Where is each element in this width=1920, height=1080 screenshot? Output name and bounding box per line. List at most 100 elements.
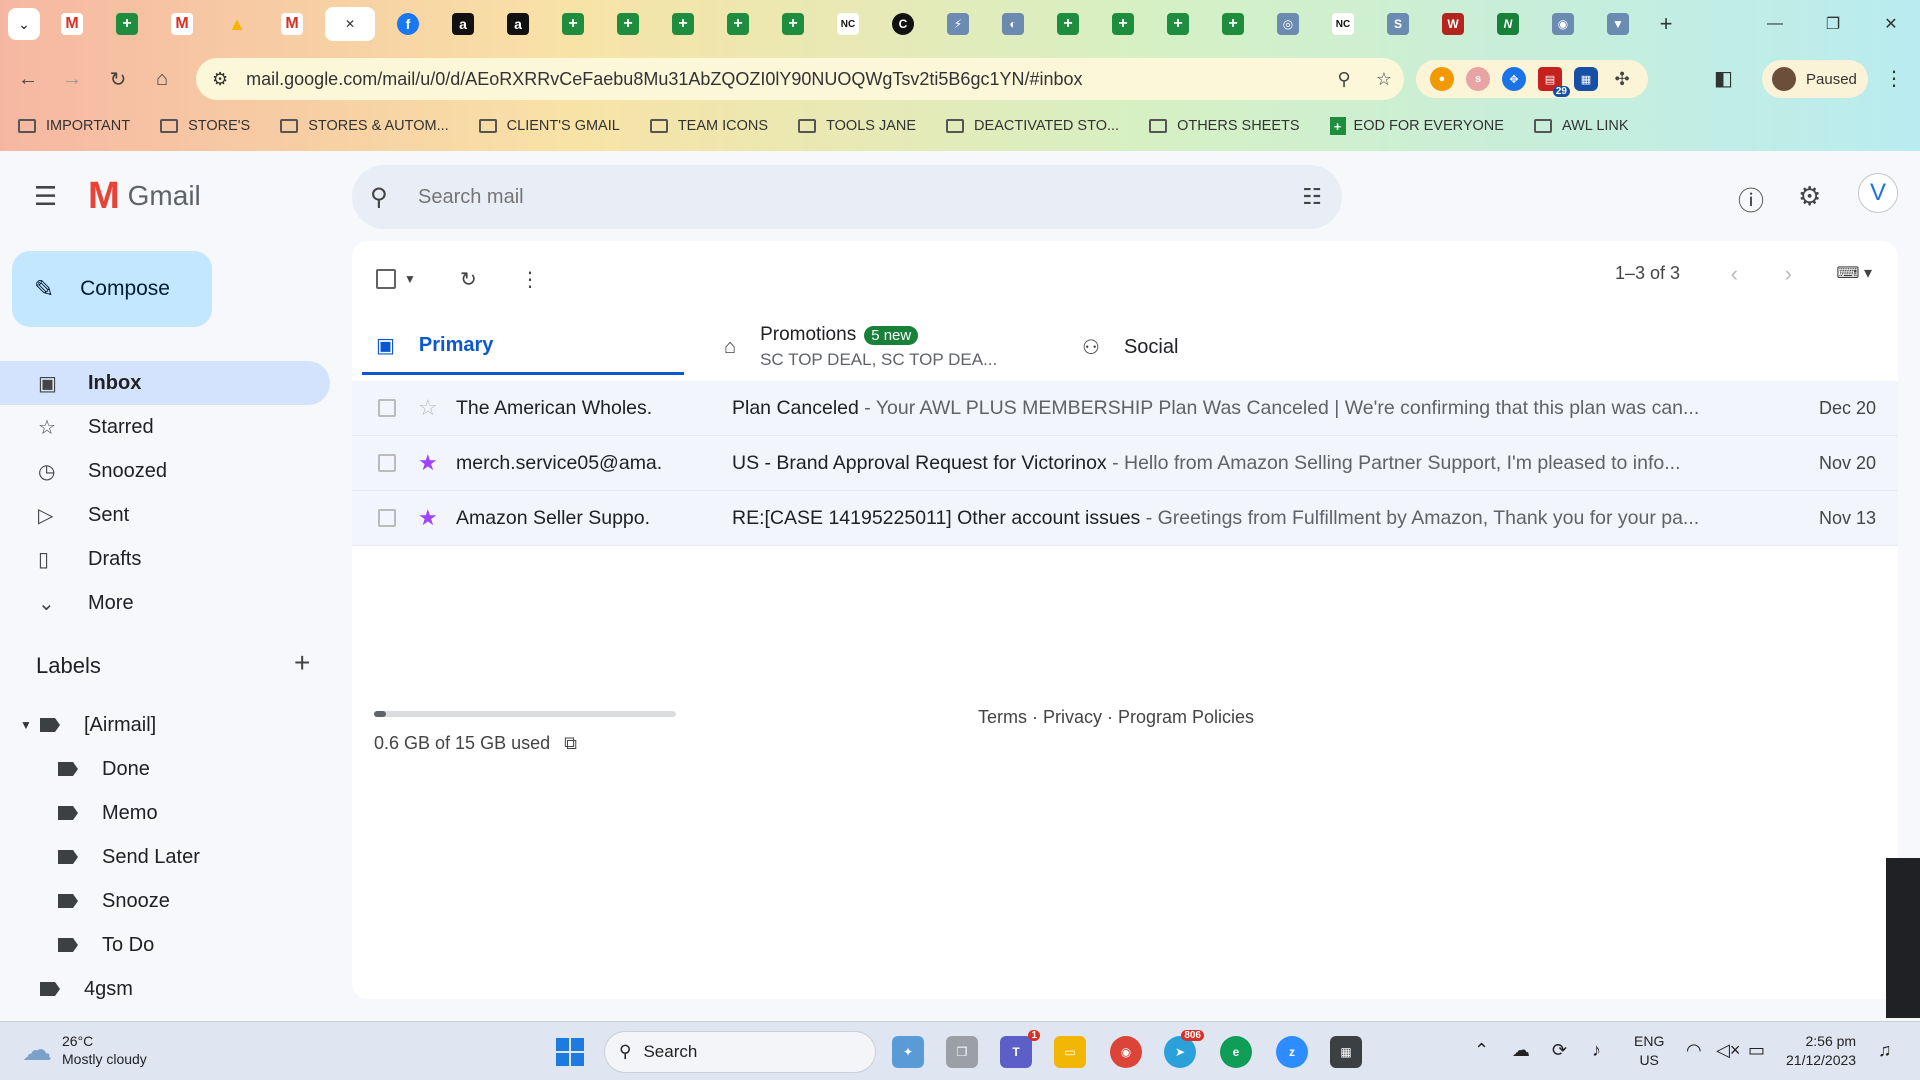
address-bar[interactable]: ⚙ mail.google.com/mail/u/0/d/AEoRXRRvCeF… (196, 58, 1404, 100)
expand-caret-icon[interactable]: ▼ (20, 718, 32, 732)
browser-tab[interactable]: M (160, 7, 204, 41)
reload-button[interactable]: ↻ (96, 59, 140, 99)
browser-tab[interactable]: M (270, 7, 314, 41)
star-icon[interactable]: ★ (418, 450, 438, 476)
sync-icon[interactable]: ⟳ (1552, 1040, 1567, 1061)
maximize-button[interactable]: ❐ (1804, 0, 1862, 48)
wifi-icon[interactable]: ◠ (1686, 1040, 1702, 1061)
search-options-icon[interactable]: ☷ (1282, 184, 1342, 210)
bookmark-item[interactable]: OTHERS SHEETS (1149, 118, 1300, 134)
chrome-icon[interactable]: ◉ (1110, 1036, 1142, 1068)
next-page-icon[interactable]: › (1785, 261, 1792, 287)
tab-primary[interactable]: ▣ Primary (362, 319, 684, 375)
bookmark-item[interactable]: STORE'S (160, 118, 250, 134)
bookmark-item[interactable]: AWL LINK (1533, 118, 1629, 134)
browser-tab[interactable]: + (716, 7, 760, 41)
browser-tab[interactable]: + (551, 7, 595, 41)
show-hidden-icons[interactable]: ⌃ (1474, 1040, 1489, 1061)
extension-blue-icon[interactable]: ✥ (1502, 67, 1526, 91)
browser-tab[interactable]: W (1431, 7, 1475, 41)
zoom-icon[interactable]: ⚲ (1324, 69, 1364, 90)
sidebar-item-inbox[interactable]: ▣ Inbox (0, 361, 330, 405)
teams-icon[interactable]: T1 (1000, 1030, 1040, 1068)
label-item[interactable]: Send Later (58, 837, 200, 877)
extension-grid-icon[interactable]: ▦ (1574, 67, 1598, 91)
browser-tab[interactable]: + (771, 7, 815, 41)
task-view-icon[interactable]: ❐ (946, 1036, 978, 1068)
bookmark-item[interactable]: CLIENT'S GMAIL (478, 118, 620, 134)
browser-tab[interactable]: + (1211, 7, 1255, 41)
select-all-control[interactable]: ▼ (376, 259, 416, 299)
label-item[interactable]: Done (58, 749, 150, 789)
bookmark-star-icon[interactable]: ☆ (1364, 69, 1404, 90)
browser-tab[interactable]: + (1156, 7, 1200, 41)
refresh-icon[interactable]: ↻ (460, 259, 477, 299)
star-icon[interactable]: ★ (418, 505, 438, 531)
close-icon[interactable]: ✕ (339, 13, 361, 35)
tab-promotions[interactable]: ⌂ Promotions 5 new SC TOP DEAL, SC TOP D… (724, 319, 1054, 375)
help-icon[interactable]: ⓘ (1738, 181, 1764, 218)
zoom-icon-app[interactable]: z (1276, 1036, 1308, 1068)
browser-tab[interactable]: ▼ (1596, 7, 1640, 41)
input-tools-icon[interactable]: ⌨ ▾ (1836, 263, 1872, 283)
browser-tab[interactable]: + (1046, 7, 1090, 41)
previous-page-icon[interactable]: ‹ (1731, 261, 1738, 287)
row-checkbox[interactable] (378, 509, 396, 527)
email-row[interactable]: ★ merch.service05@ama. US - Brand Approval… (352, 436, 1898, 491)
extensions-puzzle-icon[interactable]: ✣ (1610, 67, 1634, 91)
browser-tab[interactable]: ⚡ (936, 7, 980, 41)
volume-muted-icon[interactable]: ◁× (1716, 1040, 1740, 1061)
select-dropdown-icon[interactable]: ▼ (404, 272, 416, 286)
copilot-icon[interactable]: ✦ (892, 1036, 924, 1068)
browser-tab[interactable]: M (50, 7, 94, 41)
row-checkbox[interactable] (378, 454, 396, 472)
footer-links[interactable]: Terms · Privacy · Program Policies (978, 707, 1254, 728)
sidebar-item-snoozed[interactable]: ◷ Snoozed (0, 449, 330, 493)
browser-tab[interactable]: + (105, 7, 149, 41)
extension-folder-icon[interactable]: ▤ 29 (1538, 67, 1570, 97)
browser-tab[interactable]: NC (826, 7, 870, 41)
weather-widget[interactable]: ☁ 26°C Mostly cloudy (22, 1032, 147, 1068)
label-item[interactable]: To Do (58, 925, 154, 965)
star-icon[interactable]: ☆ (418, 395, 438, 421)
taskbar-search[interactable]: ⚲ Search (604, 1031, 876, 1073)
site-info-icon[interactable]: ⚙ (212, 69, 228, 90)
profile-button[interactable]: Paused (1762, 60, 1868, 98)
telegram-icon[interactable]: ➤ 806 (1164, 1030, 1204, 1068)
more-options-icon[interactable]: ⋮ (520, 259, 540, 299)
browser-tab[interactable]: C (881, 7, 925, 41)
browser-tab[interactable]: NC (1321, 7, 1365, 41)
sidebar-item-drafts[interactable]: ▯ Drafts (0, 537, 330, 581)
browser-tab[interactable]: + (606, 7, 650, 41)
file-explorer-icon[interactable]: ▭ (1054, 1036, 1086, 1068)
calculator-icon[interactable]: ▦ (1330, 1036, 1362, 1068)
browser-tab[interactable]: f (386, 7, 430, 41)
bookmark-item[interactable]: IMPORTANT (18, 118, 130, 134)
label-item[interactable]: Memo (58, 793, 158, 833)
label-item[interactable]: ▼ [Airmail] (20, 705, 156, 745)
side-panel-icon[interactable]: ◧ (1714, 66, 1733, 91)
tab-search-button[interactable]: ⌄ (8, 8, 40, 40)
browser-tab[interactable]: ▲ (215, 7, 259, 41)
browser-tab[interactable]: ◉ (1541, 7, 1585, 41)
new-tab-button[interactable]: + (1651, 9, 1681, 39)
close-window-button[interactable]: ✕ (1862, 0, 1920, 48)
settings-gear-icon[interactable]: ⚙ (1798, 181, 1821, 212)
label-item[interactable]: 4gsm (40, 969, 133, 1009)
system-clock[interactable]: 2:56 pm 21/12/2023 (1786, 1032, 1856, 1070)
bookmark-item[interactable]: STORES & AUTOM... (280, 118, 449, 134)
browser-tab[interactable]: + (661, 7, 705, 41)
browser-tab[interactable]: ◎ (1266, 7, 1310, 41)
battery-icon[interactable]: ▭ (1748, 1040, 1765, 1061)
browser-tab[interactable]: S (1376, 7, 1420, 41)
label-item[interactable]: Snooze (58, 881, 170, 921)
tab-active[interactable]: ✕ (325, 7, 375, 41)
onedrive-icon[interactable]: ☁ (1512, 1040, 1530, 1061)
bookmark-item[interactable]: TEAM ICONS (649, 118, 768, 134)
search-icon[interactable]: ⚲ (370, 183, 404, 212)
main-menu-icon[interactable]: ☰ (34, 181, 57, 212)
language-indicator[interactable]: ENG US (1634, 1032, 1664, 1070)
edge-icon[interactable]: e (1220, 1036, 1252, 1068)
notification-bell-icon[interactable]: ♫ (1878, 1040, 1892, 1061)
extension-pink-icon[interactable]: s (1466, 67, 1490, 91)
